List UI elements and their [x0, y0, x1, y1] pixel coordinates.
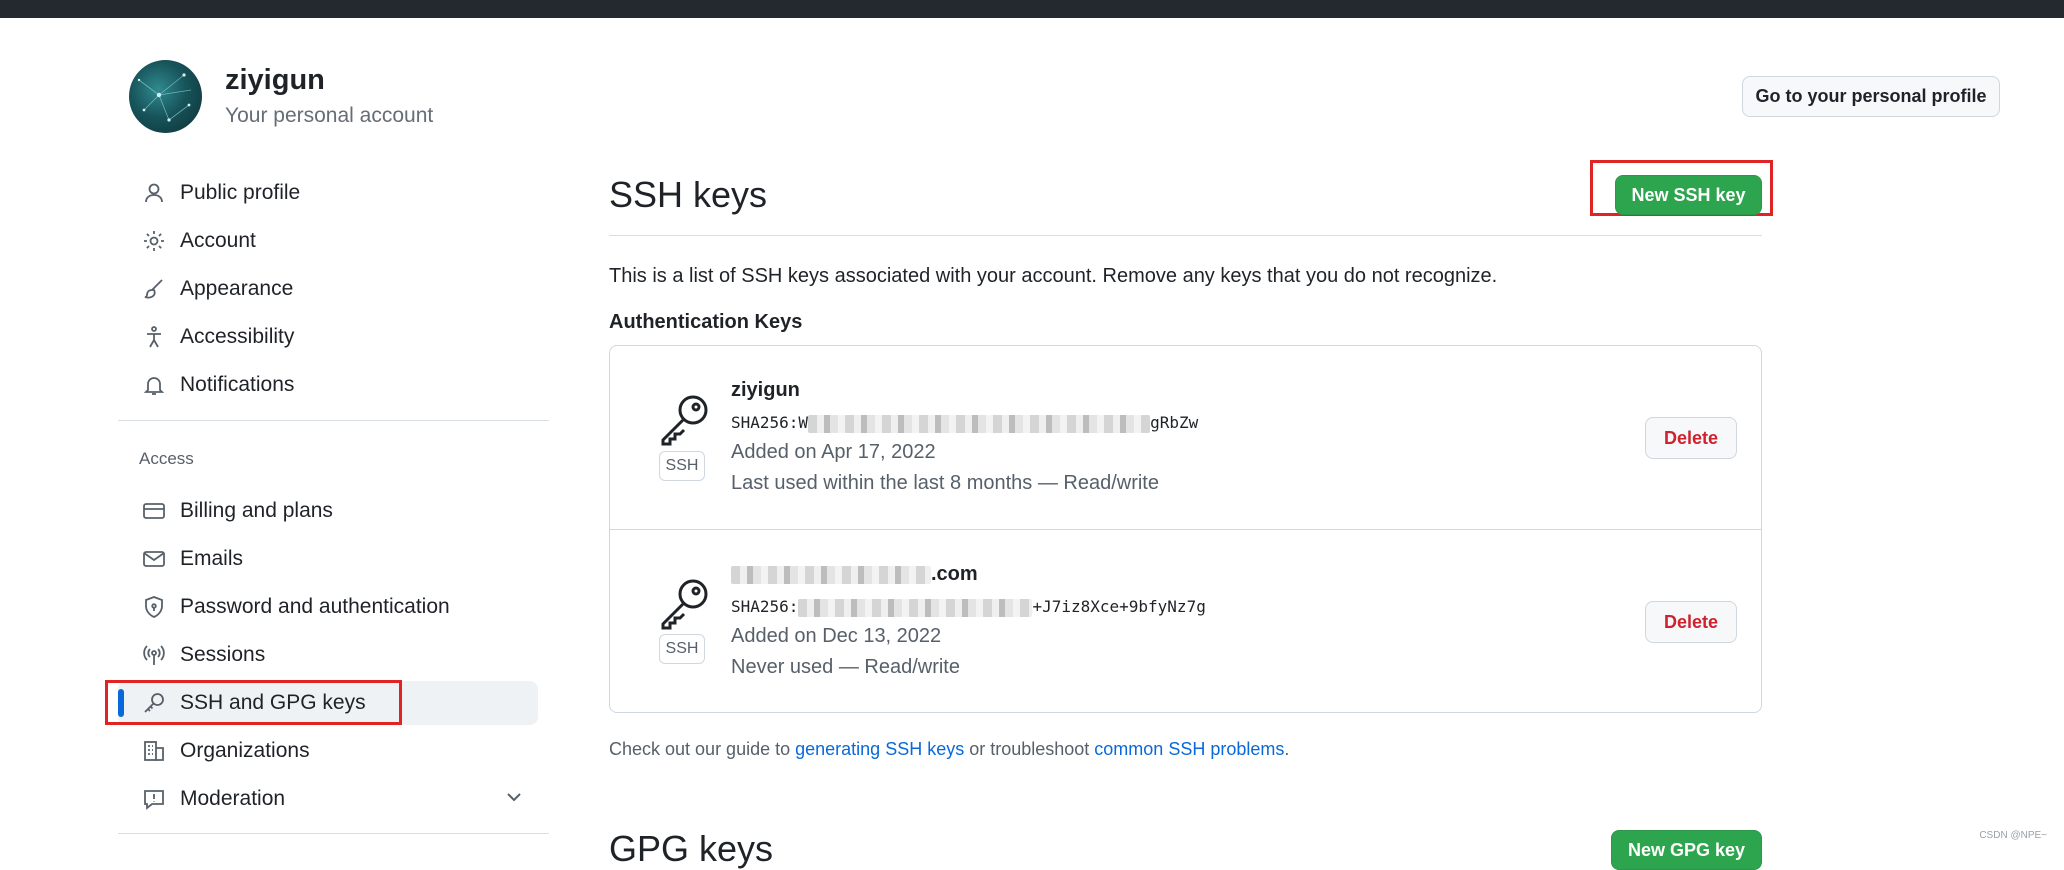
- sidebar-item-label: Sessions: [180, 643, 266, 666]
- title-divider: [609, 235, 1762, 236]
- mail-icon: [140, 545, 168, 573]
- sidebar-item-label: Password and authentication: [180, 595, 450, 618]
- ssh-badge: SSH: [659, 451, 705, 481]
- gpg-keys-title: GPG keys: [609, 828, 774, 869]
- key-added-date: Added on Dec 13, 2022: [731, 625, 942, 647]
- accessibility-icon: [140, 323, 168, 351]
- key-icon: [657, 391, 713, 447]
- key-title: ziyigun: [731, 379, 800, 401]
- help-footnote: Check out our guide to generating SSH ke…: [609, 739, 1290, 759]
- highlight-box: [105, 680, 402, 725]
- delete-key-button[interactable]: Delete: [1645, 417, 1737, 459]
- go-to-profile-button[interactable]: Go to your personal profile: [1742, 76, 2000, 117]
- sidebar-item-label: Public profile: [180, 181, 301, 204]
- key-usage: Last used within the last 8 months — Rea…: [731, 472, 1159, 494]
- avatar[interactable]: [129, 60, 202, 133]
- sidebar-divider: [118, 833, 549, 834]
- generating-ssh-keys-link[interactable]: generating SSH keys: [795, 739, 964, 759]
- key-added-date: Added on Apr 17, 2022: [731, 441, 936, 463]
- sidebar-item-accessibility[interactable]: Accessibility: [118, 315, 538, 359]
- sidebar-item-label: Accessibility: [180, 325, 295, 348]
- watermark: CSDN @NPE~: [1979, 830, 2047, 841]
- key-title: .com: [731, 563, 978, 586]
- person-icon: [140, 179, 168, 207]
- sidebar-item-notifications[interactable]: Notifications: [118, 363, 538, 407]
- bell-icon: [140, 371, 168, 399]
- account-name: ziyigun: [225, 64, 325, 96]
- top-header-bar: [0, 0, 2064, 18]
- sidebar-item-label: Account: [180, 229, 256, 252]
- sidebar-item-label: Emails: [180, 547, 244, 570]
- account-subtitle: Your personal account: [225, 104, 434, 127]
- sidebar-item-emails[interactable]: Emails: [118, 537, 538, 581]
- sidebar-item-label: Billing and plans: [180, 499, 333, 522]
- sidebar-section-heading: Access: [139, 449, 194, 468]
- key-usage: Never used — Read/write: [731, 656, 960, 678]
- ssh-key-row: SSH ziyigun SHA256:W gRbZw Added on Apr 1…: [610, 346, 1761, 529]
- credit-card-icon: [140, 497, 168, 525]
- ssh-keys-list: SSH ziyigun SHA256:W gRbZw Added on Apr 1…: [609, 345, 1762, 713]
- gear-icon: [140, 227, 168, 255]
- sidebar-item-sessions[interactable]: Sessions: [118, 633, 538, 677]
- sidebar-item-label: Appearance: [180, 277, 294, 300]
- redacted-fingerprint: [798, 598, 1033, 617]
- redacted-fingerprint: [808, 414, 1151, 433]
- sidebar-item-account[interactable]: Account: [118, 219, 538, 263]
- sidebar-item-moderation[interactable]: Moderation: [118, 777, 538, 821]
- sidebar-item-label: Organizations: [180, 739, 310, 762]
- key-fingerprint: SHA256: +J7iz8Xce+9bfyNz7g: [731, 597, 1206, 617]
- shield-lock-icon: [140, 593, 168, 621]
- sidebar-item-public-profile[interactable]: Public profile: [118, 171, 538, 215]
- page-title: SSH keys: [609, 174, 768, 215]
- sidebar-item-label: Notifications: [180, 373, 295, 396]
- sidebar-item-label: Moderation: [180, 787, 286, 810]
- sidebar-item-billing[interactable]: Billing and plans: [118, 489, 538, 533]
- paintbrush-icon: [140, 275, 168, 303]
- report-icon: [140, 785, 168, 813]
- sidebar-item-appearance[interactable]: Appearance: [118, 267, 538, 311]
- redacted-email: [731, 565, 931, 584]
- organization-icon: [140, 737, 168, 765]
- ssh-key-row: SSH .com SHA256: +J7iz8Xce+9bfyNz7g Added…: [610, 529, 1761, 713]
- ssh-badge: SSH: [659, 634, 705, 664]
- new-ssh-key-button[interactable]: New SSH key: [1615, 175, 1762, 215]
- broadcast-icon: [140, 641, 168, 669]
- delete-key-button[interactable]: Delete: [1645, 601, 1737, 643]
- new-gpg-key-button[interactable]: New GPG key: [1611, 830, 1762, 870]
- key-icon: [657, 575, 713, 631]
- common-ssh-problems-link[interactable]: common SSH problems: [1094, 739, 1284, 759]
- key-fingerprint: SHA256:W gRbZw: [731, 413, 1199, 433]
- chevron-down-icon[interactable]: [504, 787, 524, 813]
- sidebar-item-organizations[interactable]: Organizations: [118, 729, 538, 773]
- sidebar-divider: [118, 420, 549, 421]
- section-heading: Authentication Keys: [609, 311, 803, 333]
- sidebar-item-password-auth[interactable]: Password and authentication: [118, 585, 538, 629]
- page-description: This is a list of SSH keys associated wi…: [609, 265, 1498, 287]
